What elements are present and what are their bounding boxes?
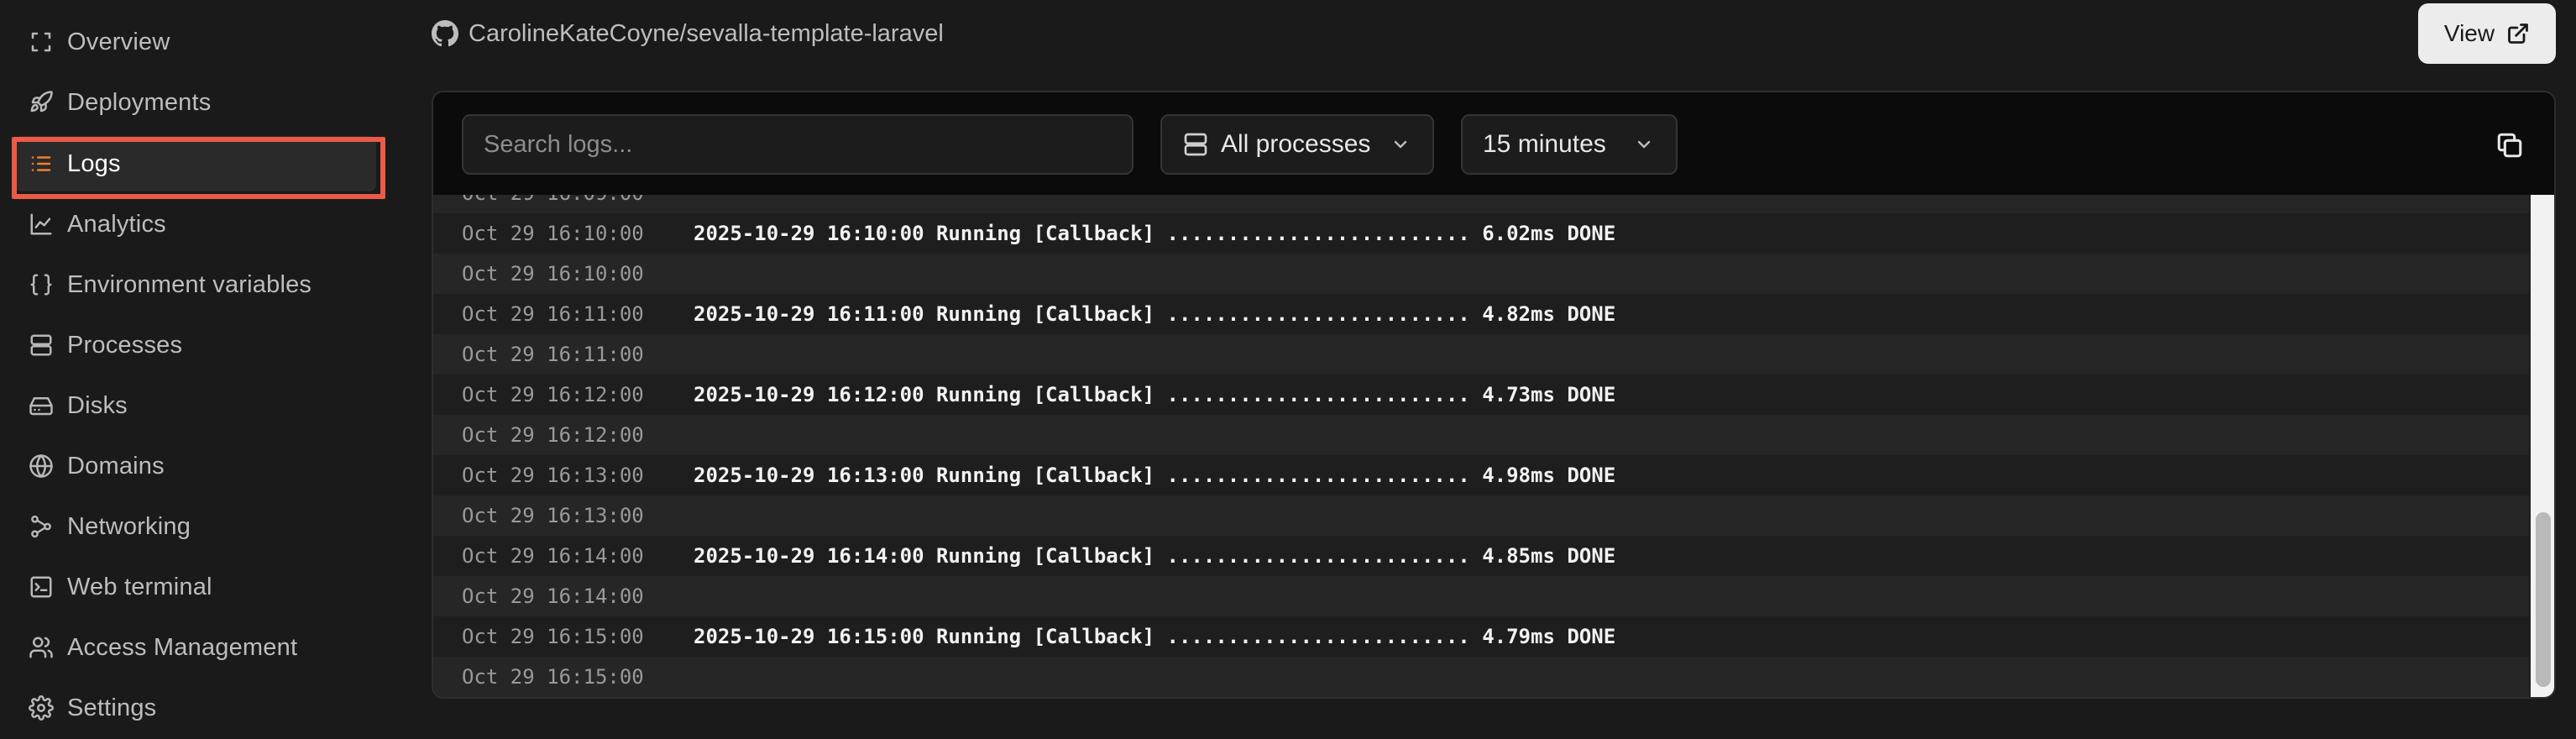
log-message: 2025-10-29 16:15:00 Running [Callback] .… — [694, 625, 1616, 648]
sidebar-item-environment-variables[interactable]: Environment variables — [15, 257, 376, 312]
sidebar: Overview Deployments Logs Analytics Envi… — [0, 0, 403, 739]
sidebar-item-label: Networking — [67, 512, 191, 540]
sidebar-item-processes[interactable]: Processes — [15, 317, 376, 373]
sidebar-item-deployments[interactable]: Deployments — [15, 75, 376, 130]
copy-icon — [2497, 133, 2522, 158]
log-timestamp: Oct 29 16:15:00 — [462, 665, 644, 689]
logs-highlight-box — [12, 137, 385, 199]
log-row: Oct 29 16:10:00 — [433, 254, 2529, 294]
sidebar-item-web-terminal[interactable]: Web terminal — [15, 559, 376, 615]
log-message: 2025-10-29 16:13:00 Running [Callback] .… — [694, 464, 1616, 487]
scrollbar-thumb[interactable] — [2536, 512, 2551, 687]
network-icon — [29, 514, 54, 539]
sidebar-item-label: Overview — [67, 28, 170, 55]
sidebar-item-settings[interactable]: Settings — [15, 680, 376, 736]
process-select[interactable]: All processes — [1160, 114, 1434, 175]
sidebar-item-analytics[interactable]: Analytics — [15, 197, 376, 252]
log-timestamp: Oct 29 16:11:00 — [462, 302, 644, 326]
log-row: Oct 29 16:15:00 2025-10-29 16:15:00 Runni… — [433, 616, 2529, 657]
view-button-label: View — [2443, 20, 2495, 46]
sidebar-item-domains[interactable]: Domains — [15, 438, 376, 494]
repo-name: CarolineKateCoyne/sevalla-template-larav… — [469, 19, 944, 47]
log-message: 2025-10-29 16:12:00 Running [Callback] .… — [694, 383, 1616, 406]
log-timestamp: Oct 29 16:15:00 — [462, 625, 644, 648]
log-timestamp: Oct 29 16:14:00 — [462, 584, 644, 608]
terminal-icon — [29, 574, 54, 600]
gear-icon — [29, 695, 54, 721]
sidebar-item-label: Deployments — [67, 88, 212, 116]
log-row: Oct 29 16:09:00 — [433, 195, 2529, 213]
server-icon — [1184, 133, 1207, 156]
log-row: Oct 29 16:13:00 — [433, 495, 2529, 536]
overview-icon — [29, 29, 54, 55]
log-timestamp: Oct 29 16:10:00 — [462, 222, 644, 245]
sidebar-item-label: Web terminal — [67, 573, 212, 600]
view-button[interactable]: View — [2418, 3, 2556, 64]
sidebar-item-label: Domains — [67, 452, 165, 480]
logs-toolbar: All processes 15 minutes — [433, 92, 2554, 195]
chevron-down-icon — [1394, 140, 1407, 149]
log-list[interactable]: Oct 29 16:09:00 Oct 29 16:10:00 2025-10-29… — [433, 195, 2529, 697]
sidebar-item-label: Environment variables — [67, 270, 312, 298]
log-message: 2025-10-29 16:10:00 Running [Callback] .… — [694, 222, 1616, 245]
sidebar-item-access-management[interactable]: Access Management — [15, 620, 376, 675]
globe-icon — [29, 453, 54, 479]
braces-icon — [29, 272, 54, 297]
log-row: Oct 29 16:11:00 — [433, 334, 2529, 375]
process-select-value: All processes — [1221, 130, 1371, 158]
sidebar-item-disks[interactable]: Disks — [15, 378, 376, 433]
sidebar-item-label: Access Management — [67, 633, 298, 661]
time-range-value: 15 minutes — [1483, 130, 1606, 158]
sidebar-item-label: Analytics — [67, 210, 166, 238]
sidebar-item-overview[interactable]: Overview — [15, 14, 376, 70]
chart-icon — [29, 212, 54, 237]
sidebar-item-label: Disks — [67, 391, 128, 419]
log-timestamp: Oct 29 16:12:00 — [462, 383, 644, 406]
log-timestamp: Oct 29 16:10:00 — [462, 262, 644, 286]
search-input[interactable] — [462, 114, 1134, 175]
log-timestamp: Oct 29 16:12:00 — [462, 423, 644, 447]
log-scrollbar[interactable] — [2531, 195, 2554, 697]
repo-link[interactable]: CarolineKateCoyne/sevalla-template-larav… — [432, 15, 944, 52]
sidebar-item-label: Processes — [67, 331, 183, 359]
log-row: Oct 29 16:11:00 2025-10-29 16:11:00 Runni… — [433, 294, 2529, 334]
log-row: Oct 29 16:12:00 — [433, 415, 2529, 455]
disk-icon — [29, 393, 54, 418]
rocket-icon — [29, 90, 54, 115]
github-icon — [432, 20, 458, 47]
log-message: 2025-10-29 16:11:00 Running [Callback] .… — [694, 302, 1616, 326]
log-row: Oct 29 16:14:00 2025-10-29 16:14:00 Runni… — [433, 536, 2529, 576]
log-timestamp: Oct 29 16:13:00 — [462, 504, 644, 527]
sidebar-item-networking[interactable]: Networking — [15, 499, 376, 554]
logs-panel: All processes 15 minutes Oct 29 16:09:00… — [432, 91, 2556, 699]
log-timestamp: Oct 29 16:09:00 — [462, 195, 644, 205]
copy-button[interactable] — [2494, 129, 2526, 161]
external-link-icon — [2508, 24, 2528, 44]
sidebar-item-label: Settings — [67, 694, 157, 721]
log-row: Oct 29 16:13:00 2025-10-29 16:13:00 Runni… — [433, 455, 2529, 495]
chevron-down-icon — [1637, 140, 1651, 149]
log-timestamp: Oct 29 16:13:00 — [462, 464, 644, 487]
users-icon — [29, 635, 54, 660]
log-row: Oct 29 16:15:00 — [433, 657, 2529, 697]
log-timestamp: Oct 29 16:11:00 — [462, 343, 644, 366]
time-range-select[interactable]: 15 minutes — [1461, 114, 1678, 175]
log-row: Oct 29 16:12:00 2025-10-29 16:12:00 Runni… — [433, 375, 2529, 415]
log-message: 2025-10-29 16:14:00 Running [Callback] .… — [694, 544, 1616, 568]
log-row: Oct 29 16:10:00 2025-10-29 16:10:00 Runni… — [433, 213, 2529, 254]
server-icon — [29, 333, 54, 358]
log-row: Oct 29 16:14:00 — [433, 576, 2529, 616]
log-timestamp: Oct 29 16:14:00 — [462, 544, 644, 568]
